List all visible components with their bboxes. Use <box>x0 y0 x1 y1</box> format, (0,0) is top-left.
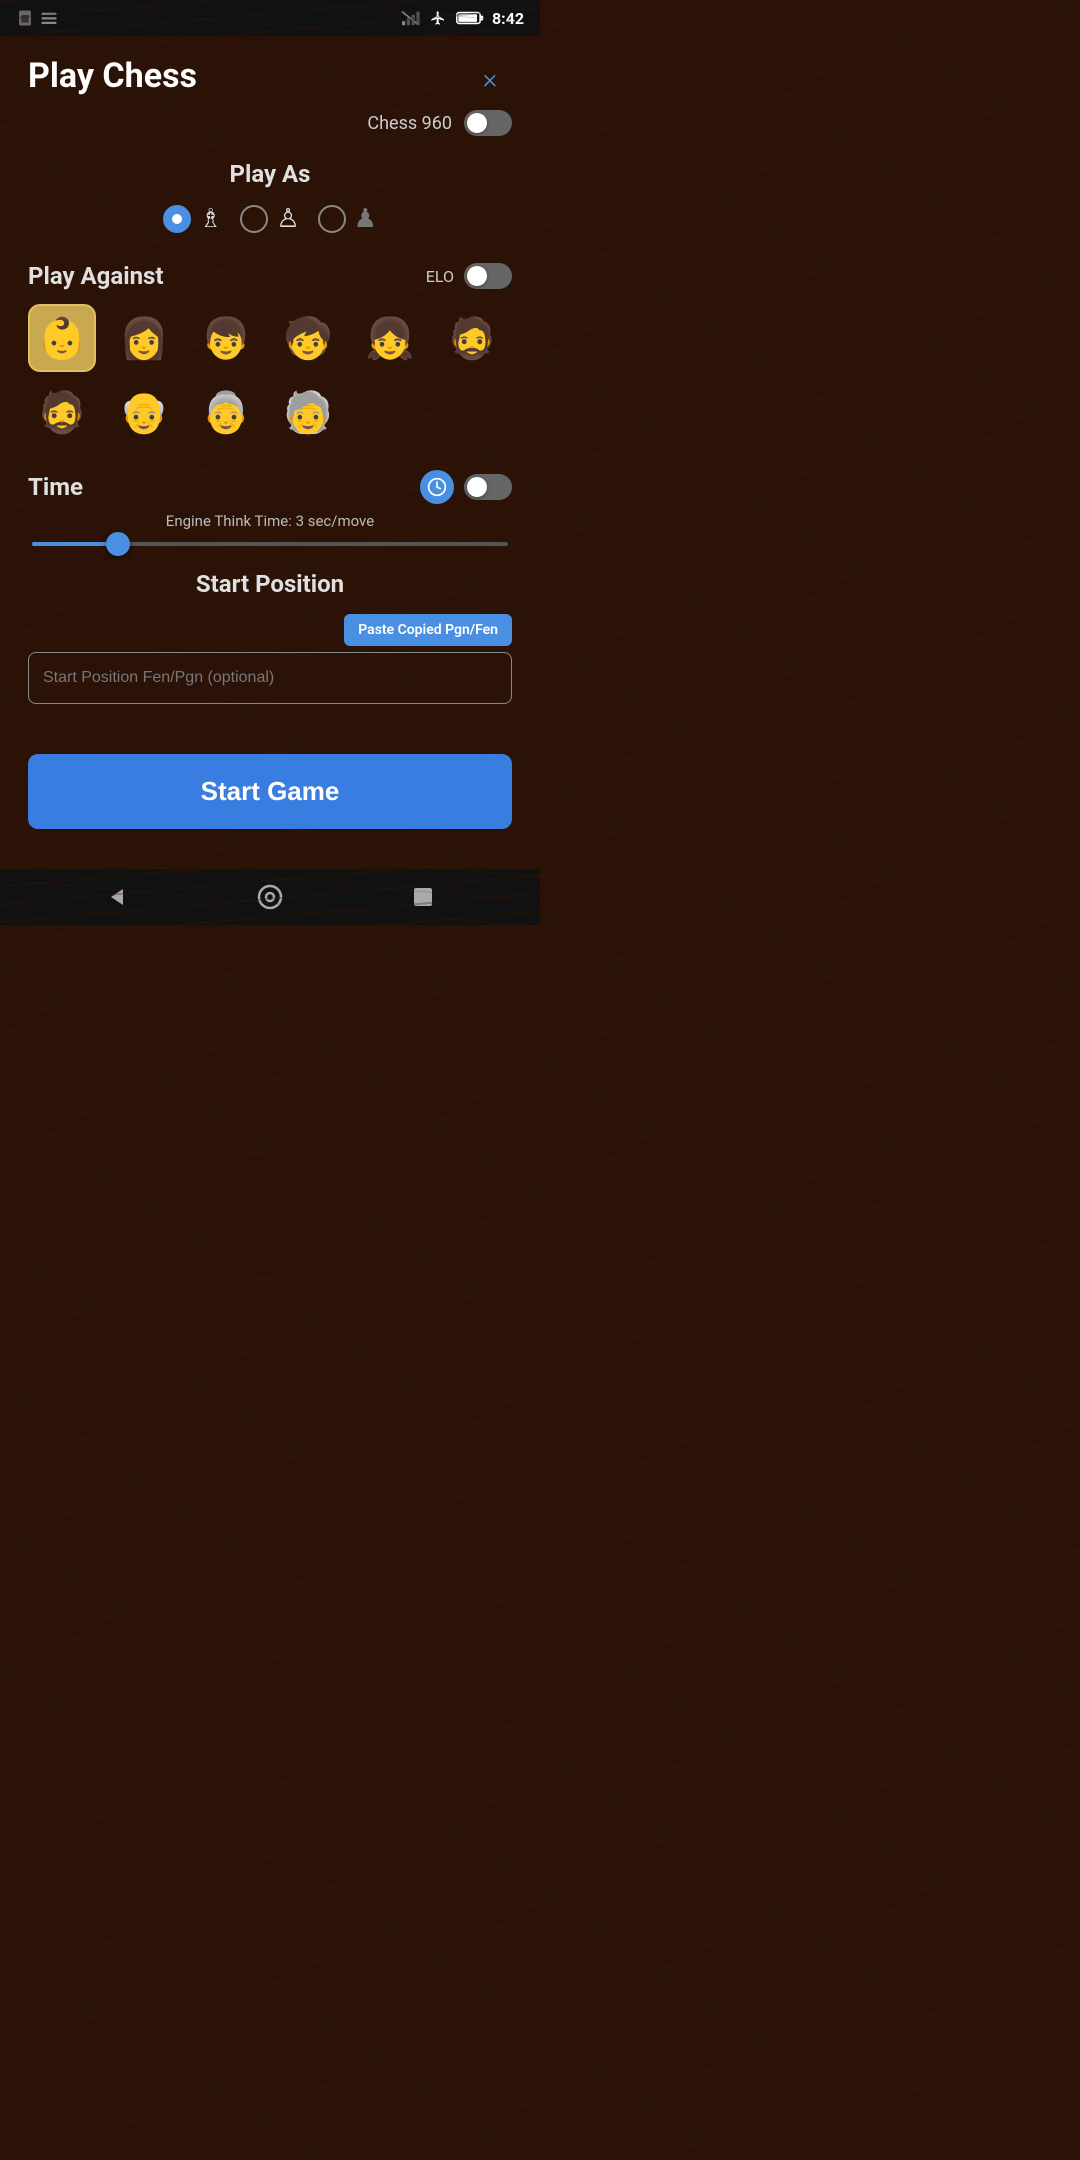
header-row: Play Chess × <box>28 56 512 100</box>
avatar-grid-row2: 🧔 👴 👵 🧓 <box>28 378 512 446</box>
play-against-title: Play Against <box>28 262 163 290</box>
elo-label: ELO <box>426 267 454 286</box>
clock-icon <box>420 470 454 504</box>
avatar-woman[interactable]: 👩 <box>110 304 178 372</box>
time-toggle[interactable] <box>464 474 512 500</box>
no-signal-icon <box>400 10 420 26</box>
start-game-button[interactable]: Start Game <box>28 754 512 829</box>
elo-toggle-knob <box>467 266 487 286</box>
status-time: 8:42 <box>492 9 524 28</box>
play-as-random[interactable]: ♙ <box>240 204 299 234</box>
chess960-label: Chess 960 <box>367 113 452 134</box>
sim-icon <box>16 9 34 27</box>
radio-black <box>318 205 346 233</box>
avatar-man[interactable]: 🧔 <box>438 304 506 372</box>
time-title: Time <box>28 473 83 501</box>
chess960-toggle[interactable] <box>464 110 512 136</box>
close-button[interactable]: × <box>468 56 512 100</box>
radio-white <box>163 205 191 233</box>
nav-recent-button[interactable] <box>401 875 445 919</box>
nav-back-button[interactable] <box>95 875 139 919</box>
radio-random <box>240 205 268 233</box>
status-bar: 8:42 <box>0 0 540 36</box>
slider-container <box>28 542 512 546</box>
elo-toggle[interactable] <box>464 263 512 289</box>
avatar-empty1 <box>356 378 424 446</box>
elo-row: ELO <box>426 263 512 289</box>
random-piece-icon: ♙ <box>276 204 299 234</box>
avatar-elder[interactable]: 🧓 <box>274 378 342 446</box>
play-as-black[interactable]: ♟ <box>318 204 377 234</box>
start-position-title: Start Position <box>28 570 512 598</box>
avatar-old-woman[interactable]: 👵 <box>192 378 260 446</box>
time-section: Time Engine Think Time: 3 sec/move <box>28 470 512 546</box>
time-toggle-knob <box>467 477 487 497</box>
status-right: 8:42 <box>400 9 524 28</box>
toggle-knob <box>467 113 487 133</box>
avatar-bearded[interactable]: 🧔 <box>28 378 96 446</box>
airplane-icon <box>428 10 448 26</box>
page-title: Play Chess <box>28 56 197 97</box>
chess960-row: Chess 960 <box>28 110 512 136</box>
start-position-section: Start Position Paste Copied Pgn/Fen <box>28 570 512 704</box>
status-left <box>16 9 58 27</box>
play-as-section: Play As ♗ ♙ ♟ <box>28 160 512 234</box>
battery-icon <box>456 10 484 26</box>
play-as-options: ♗ ♙ ♟ <box>28 204 512 234</box>
play-as-white[interactable]: ♗ <box>163 204 222 234</box>
slider-track <box>32 542 508 546</box>
engine-think-label: Engine Think Time: 3 sec/move <box>28 512 512 530</box>
black-piece-icon: ♟ <box>354 204 377 234</box>
play-against-section: Play Against ELO 👶 👩 👦 🧒 👧 🧔 🧔 👴 👵 🧓 <box>28 262 512 446</box>
avatar-empty2 <box>438 378 506 446</box>
main-content: Play Chess × Chess 960 Play As ♗ ♙ ♟ <box>0 36 540 869</box>
avatar-girl[interactable]: 👧 <box>356 304 424 372</box>
slider-thumb[interactable] <box>106 532 130 556</box>
nav-bar <box>0 869 540 925</box>
white-piece-icon: ♗ <box>199 204 222 234</box>
time-header: Time <box>28 470 512 504</box>
avatar-baby[interactable]: 👶 <box>28 304 96 372</box>
play-as-title: Play As <box>28 160 512 188</box>
avatar-boy[interactable]: 👦 <box>192 304 260 372</box>
paste-button[interactable]: Paste Copied Pgn/Fen <box>344 614 512 646</box>
play-against-header: Play Against ELO <box>28 262 512 290</box>
fen-input[interactable] <box>28 652 512 704</box>
time-right <box>420 470 512 504</box>
avatar-old-man[interactable]: 👴 <box>110 378 178 446</box>
nav-home-button[interactable] <box>248 875 292 919</box>
menu-icon <box>40 9 58 27</box>
avatar-grid-row1: 👶 👩 👦 🧒 👧 🧔 <box>28 304 512 372</box>
avatar-child[interactable]: 🧒 <box>274 304 342 372</box>
